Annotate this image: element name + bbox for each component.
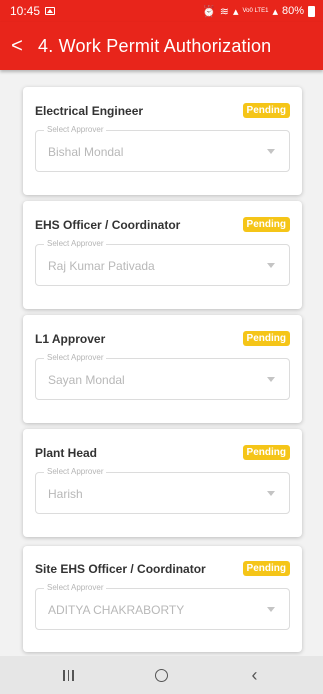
approver-select[interactable]: Select Approver Bishal Mondal bbox=[35, 125, 290, 172]
battery-percent: 80% bbox=[281, 5, 304, 17]
system-nav-bar: ‹ bbox=[0, 656, 323, 694]
home-button[interactable] bbox=[142, 660, 182, 690]
battery-icon bbox=[308, 5, 315, 17]
chevron-down-icon bbox=[267, 491, 275, 496]
approver-card: Site EHS Officer / Coordinator Pending S… bbox=[23, 546, 302, 652]
network-type-label: Vo0 LTE1 bbox=[242, 8, 269, 14]
select-value: Sayan Mondal bbox=[48, 373, 125, 387]
approver-role-title: Plant Head bbox=[35, 446, 98, 460]
approver-card: Plant Head Pending Select Approver Haris… bbox=[23, 429, 302, 537]
recents-button[interactable] bbox=[49, 660, 89, 690]
approver-card: Electrical Engineer Pending Select Appro… bbox=[23, 87, 302, 195]
select-label: Select Approver bbox=[44, 353, 107, 362]
approver-role-title: L1 Approver bbox=[35, 332, 106, 346]
chevron-down-icon bbox=[267, 263, 275, 268]
approver-role-title: Electrical Engineer bbox=[35, 104, 144, 118]
status-time: 10:45 bbox=[10, 4, 41, 18]
status-badge: Pending bbox=[242, 561, 290, 576]
select-value: Harish bbox=[48, 487, 83, 501]
select-label: Select Approver bbox=[44, 583, 107, 592]
status-badge: Pending bbox=[242, 331, 290, 346]
select-value: Bishal Mondal bbox=[48, 145, 124, 159]
home-icon bbox=[155, 668, 168, 682]
alarm-icon: ⏰ bbox=[202, 5, 216, 18]
approver-select[interactable]: Select Approver Harish bbox=[35, 467, 290, 514]
approver-select[interactable]: Select Approver Raj Kumar Pativada bbox=[35, 239, 290, 286]
chevron-left-icon: < bbox=[11, 34, 23, 57]
chevron-down-icon bbox=[267, 607, 275, 612]
status-left: 10:45 bbox=[10, 4, 56, 18]
status-bar: 10:45 ⏰ ≋ ▴ Vo0 LTE1 ▴ 80% bbox=[0, 0, 323, 22]
approver-card: EHS Officer / Coordinator Pending Select… bbox=[23, 201, 302, 309]
approver-select[interactable]: Select Approver ADITYA CHAKRABORTY bbox=[35, 583, 290, 630]
status-badge: Pending bbox=[242, 103, 290, 118]
wifi-icon: ≋ bbox=[219, 5, 229, 18]
select-label: Select Approver bbox=[44, 239, 107, 248]
approvers-list[interactable]: Electrical Engineer Pending Select Appro… bbox=[0, 70, 323, 656]
page-title: 4. Work Permit Authorization bbox=[38, 35, 272, 56]
chevron-down-icon bbox=[267, 149, 275, 154]
status-badge: Pending bbox=[242, 445, 290, 460]
chevron-down-icon bbox=[267, 377, 275, 382]
signal-icon: ▴ bbox=[232, 5, 239, 18]
select-value: ADITYA CHAKRABORTY bbox=[48, 603, 185, 617]
gallery-notification-icon bbox=[45, 7, 56, 15]
select-value: Raj Kumar Pativada bbox=[48, 259, 155, 273]
back-icon: ‹ bbox=[251, 664, 258, 685]
approver-card: L1 Approver Pending Select Approver Saya… bbox=[23, 315, 302, 423]
back-button[interactable]: < bbox=[0, 22, 34, 70]
recents-icon bbox=[63, 669, 74, 681]
select-label: Select Approver bbox=[44, 467, 107, 476]
status-right: ⏰ ≋ ▴ Vo0 LTE1 ▴ 80% bbox=[202, 5, 315, 18]
approver-select[interactable]: Select Approver Sayan Mondal bbox=[35, 353, 290, 400]
select-label: Select Approver bbox=[44, 125, 107, 134]
system-back-button[interactable]: ‹ bbox=[235, 660, 275, 690]
app-bar: < 4. Work Permit Authorization bbox=[0, 22, 323, 70]
approver-role-title: Site EHS Officer / Coordinator bbox=[35, 562, 206, 576]
signal-icon-2: ▴ bbox=[272, 5, 278, 18]
status-badge: Pending bbox=[242, 217, 290, 232]
approver-role-title: EHS Officer / Coordinator bbox=[35, 218, 181, 232]
